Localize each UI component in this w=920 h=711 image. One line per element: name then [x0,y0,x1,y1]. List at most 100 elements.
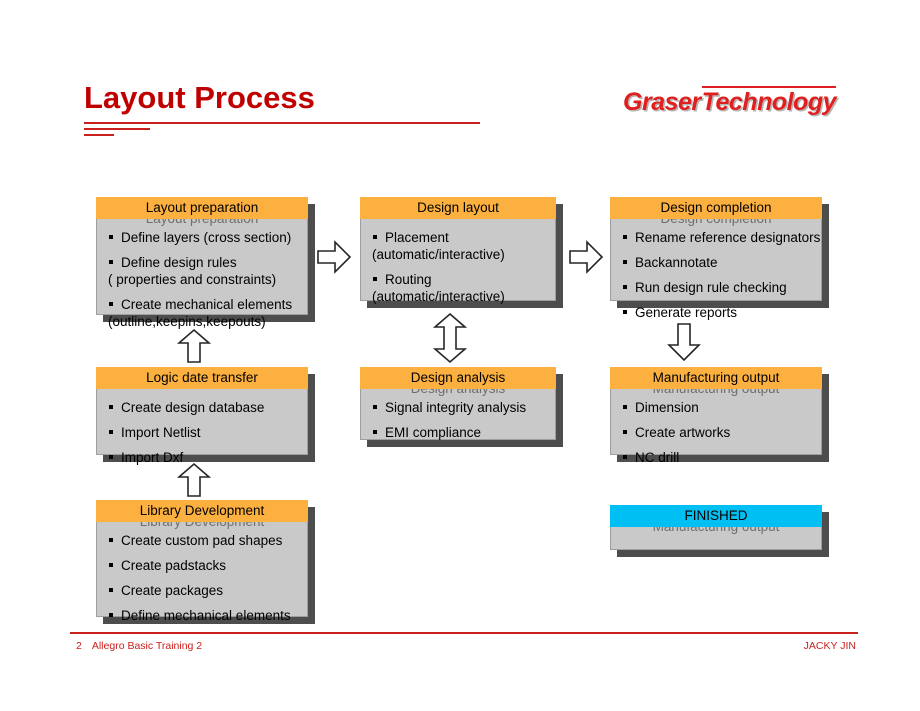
list-item-main: Create design database [121,400,265,415]
list-item-main: EMI compliance [385,425,482,440]
list-item: Create padstacks [96,557,308,574]
process-box-library-development[interactable]: Library Development Library Development … [96,500,315,624]
process-box-design-completion[interactable]: Design completion Design completion Rena… [610,197,829,320]
list-item: Routing (automatic/interactive) [360,271,556,305]
list-item: Create design database [96,399,308,416]
box-items-library-development: Create custom pad shapes Create padstack… [96,524,308,624]
list-item: Define layers (cross section) [96,229,308,246]
bullet-icon [109,302,113,306]
box-items-logic-date-transfer: Create design database Import Netlist Im… [96,391,308,466]
list-item: Run design rule checking [610,279,822,296]
arrow-right-prep-to-layout [316,240,352,274]
footer-author: JACKY JIN [803,640,856,652]
logo-word-technology: Technology [701,86,837,116]
list-item-sub: ( properties and constraints) [108,272,277,287]
list-item-sub: (automatic/interactive) [372,289,505,304]
logo-word-graser: Graser [623,88,701,116]
list-item-main: Run design rule checking [635,280,787,295]
list-item-main: Create padstacks [121,558,227,573]
list-item: Define mechanical elements [96,607,308,624]
box-header-design-analysis: Design analysis [360,367,556,389]
box-items-manufacturing-output: Dimension Create artworks NC drill [610,391,822,466]
bullet-icon [373,430,377,434]
bullet-icon [109,405,113,409]
arrow-right-layout-to-completion [568,240,604,274]
bullet-icon [373,235,377,239]
box-header-design-completion: Design completion [610,197,822,219]
list-item-main: Create mechanical elements [121,297,293,312]
process-box-manufacturing-output[interactable]: Manufacturing output Manufacturing outpu… [610,367,829,465]
footer-left: 2 Allegro Basic Training 2 [76,640,202,652]
list-item-sub: (automatic/interactive) [372,247,505,262]
title-underline-rules [84,122,480,140]
box-items-design-analysis: Signal integrity analysis EMI compliance [360,391,556,441]
process-box-design-layout[interactable]: Design layout Placement (automatic/intera… [360,197,563,308]
list-item: Generate reports [610,304,822,321]
list-item-main: Import Dxf [121,450,184,465]
box-header-logic-date-transfer: Logic date transfer [96,367,308,389]
bullet-icon [623,430,627,434]
page-title: Layout Process [84,80,315,115]
list-item-main: Signal integrity analysis [385,400,527,415]
bullet-icon [109,613,113,617]
list-item-main: Create custom pad shapes [121,533,283,548]
bullet-icon [623,235,627,239]
arrow-down-completion-to-manufacturing [667,322,701,362]
list-item-sub: (outline,keepins,keepouts) [108,314,266,329]
box-header-finished: FINISHED [610,505,822,527]
bullet-icon [109,563,113,567]
arrow-up-down-layout-analysis [432,312,468,364]
bullet-icon [373,277,377,281]
page-number: 2 [76,640,82,652]
box-items-design-completion: Rename reference designators Backannotat… [610,221,822,321]
list-item-main: Routing [385,272,432,287]
footer-divider [70,632,858,634]
list-item: Signal integrity analysis [360,399,556,416]
list-item-main: Rename reference designators [635,230,821,245]
bullet-icon [109,538,113,542]
list-item: Rename reference designators [610,229,822,246]
title-rule-2 [84,128,150,130]
arrow-up-logic-to-prep [177,328,211,364]
list-item: Import Netlist [96,424,308,441]
list-item: Create mechanical elements (outline,keepi… [96,296,308,330]
list-item: Backannotate [610,254,822,271]
title-rule-1 [84,122,480,124]
box-header-library-development: Library Development [96,500,308,522]
process-box-design-analysis[interactable]: Design analysis Design analysis Signal i… [360,367,563,447]
bullet-icon [623,260,627,264]
list-item-main: Create artworks [635,425,731,440]
process-box-logic-date-transfer[interactable]: Logic date transfer Create design databa… [96,367,315,465]
box-header-design-layout: Design layout [360,197,556,219]
list-item: Create artworks [610,424,822,441]
list-item: Import Dxf [96,449,308,466]
bullet-icon [109,235,113,239]
box-items-layout-preparation: Define layers (cross section) Define des… [96,221,308,330]
arrow-up-library-to-logic [177,462,211,498]
list-item-main: Define layers (cross section) [121,230,292,245]
list-item-main: Backannotate [635,255,718,270]
list-item: Create custom pad shapes [96,532,308,549]
bullet-icon [623,310,627,314]
box-header-manufacturing-output: Manufacturing output [610,367,822,389]
list-item-main: Placement [385,230,449,245]
list-item-main: Generate reports [635,305,738,320]
list-item-main: Define design rules [121,255,237,270]
list-item-main: Import Netlist [121,425,201,440]
graser-technology-logo: GraserTechnology [623,86,837,117]
list-item: NC drill [610,449,822,466]
process-box-layout-preparation[interactable]: Layout preparation Layout preparation De… [96,197,315,329]
bullet-icon [373,405,377,409]
box-header-layout-preparation: Layout preparation [96,197,308,219]
list-item: EMI compliance [360,424,556,441]
bullet-icon [109,430,113,434]
bullet-icon [109,455,113,459]
box-items-design-layout: Placement (automatic/interactive) Routing… [360,221,556,305]
list-item-main: Define mechanical elements [121,608,291,623]
process-box-finished[interactable]: Manufacturing output FINISHED [610,505,829,557]
title-rule-3 [84,134,114,136]
deck-title: Allegro Basic Training 2 [91,640,203,652]
list-item-main: Dimension [635,400,699,415]
bullet-icon [109,260,113,264]
list-item-main: NC drill [635,450,680,465]
